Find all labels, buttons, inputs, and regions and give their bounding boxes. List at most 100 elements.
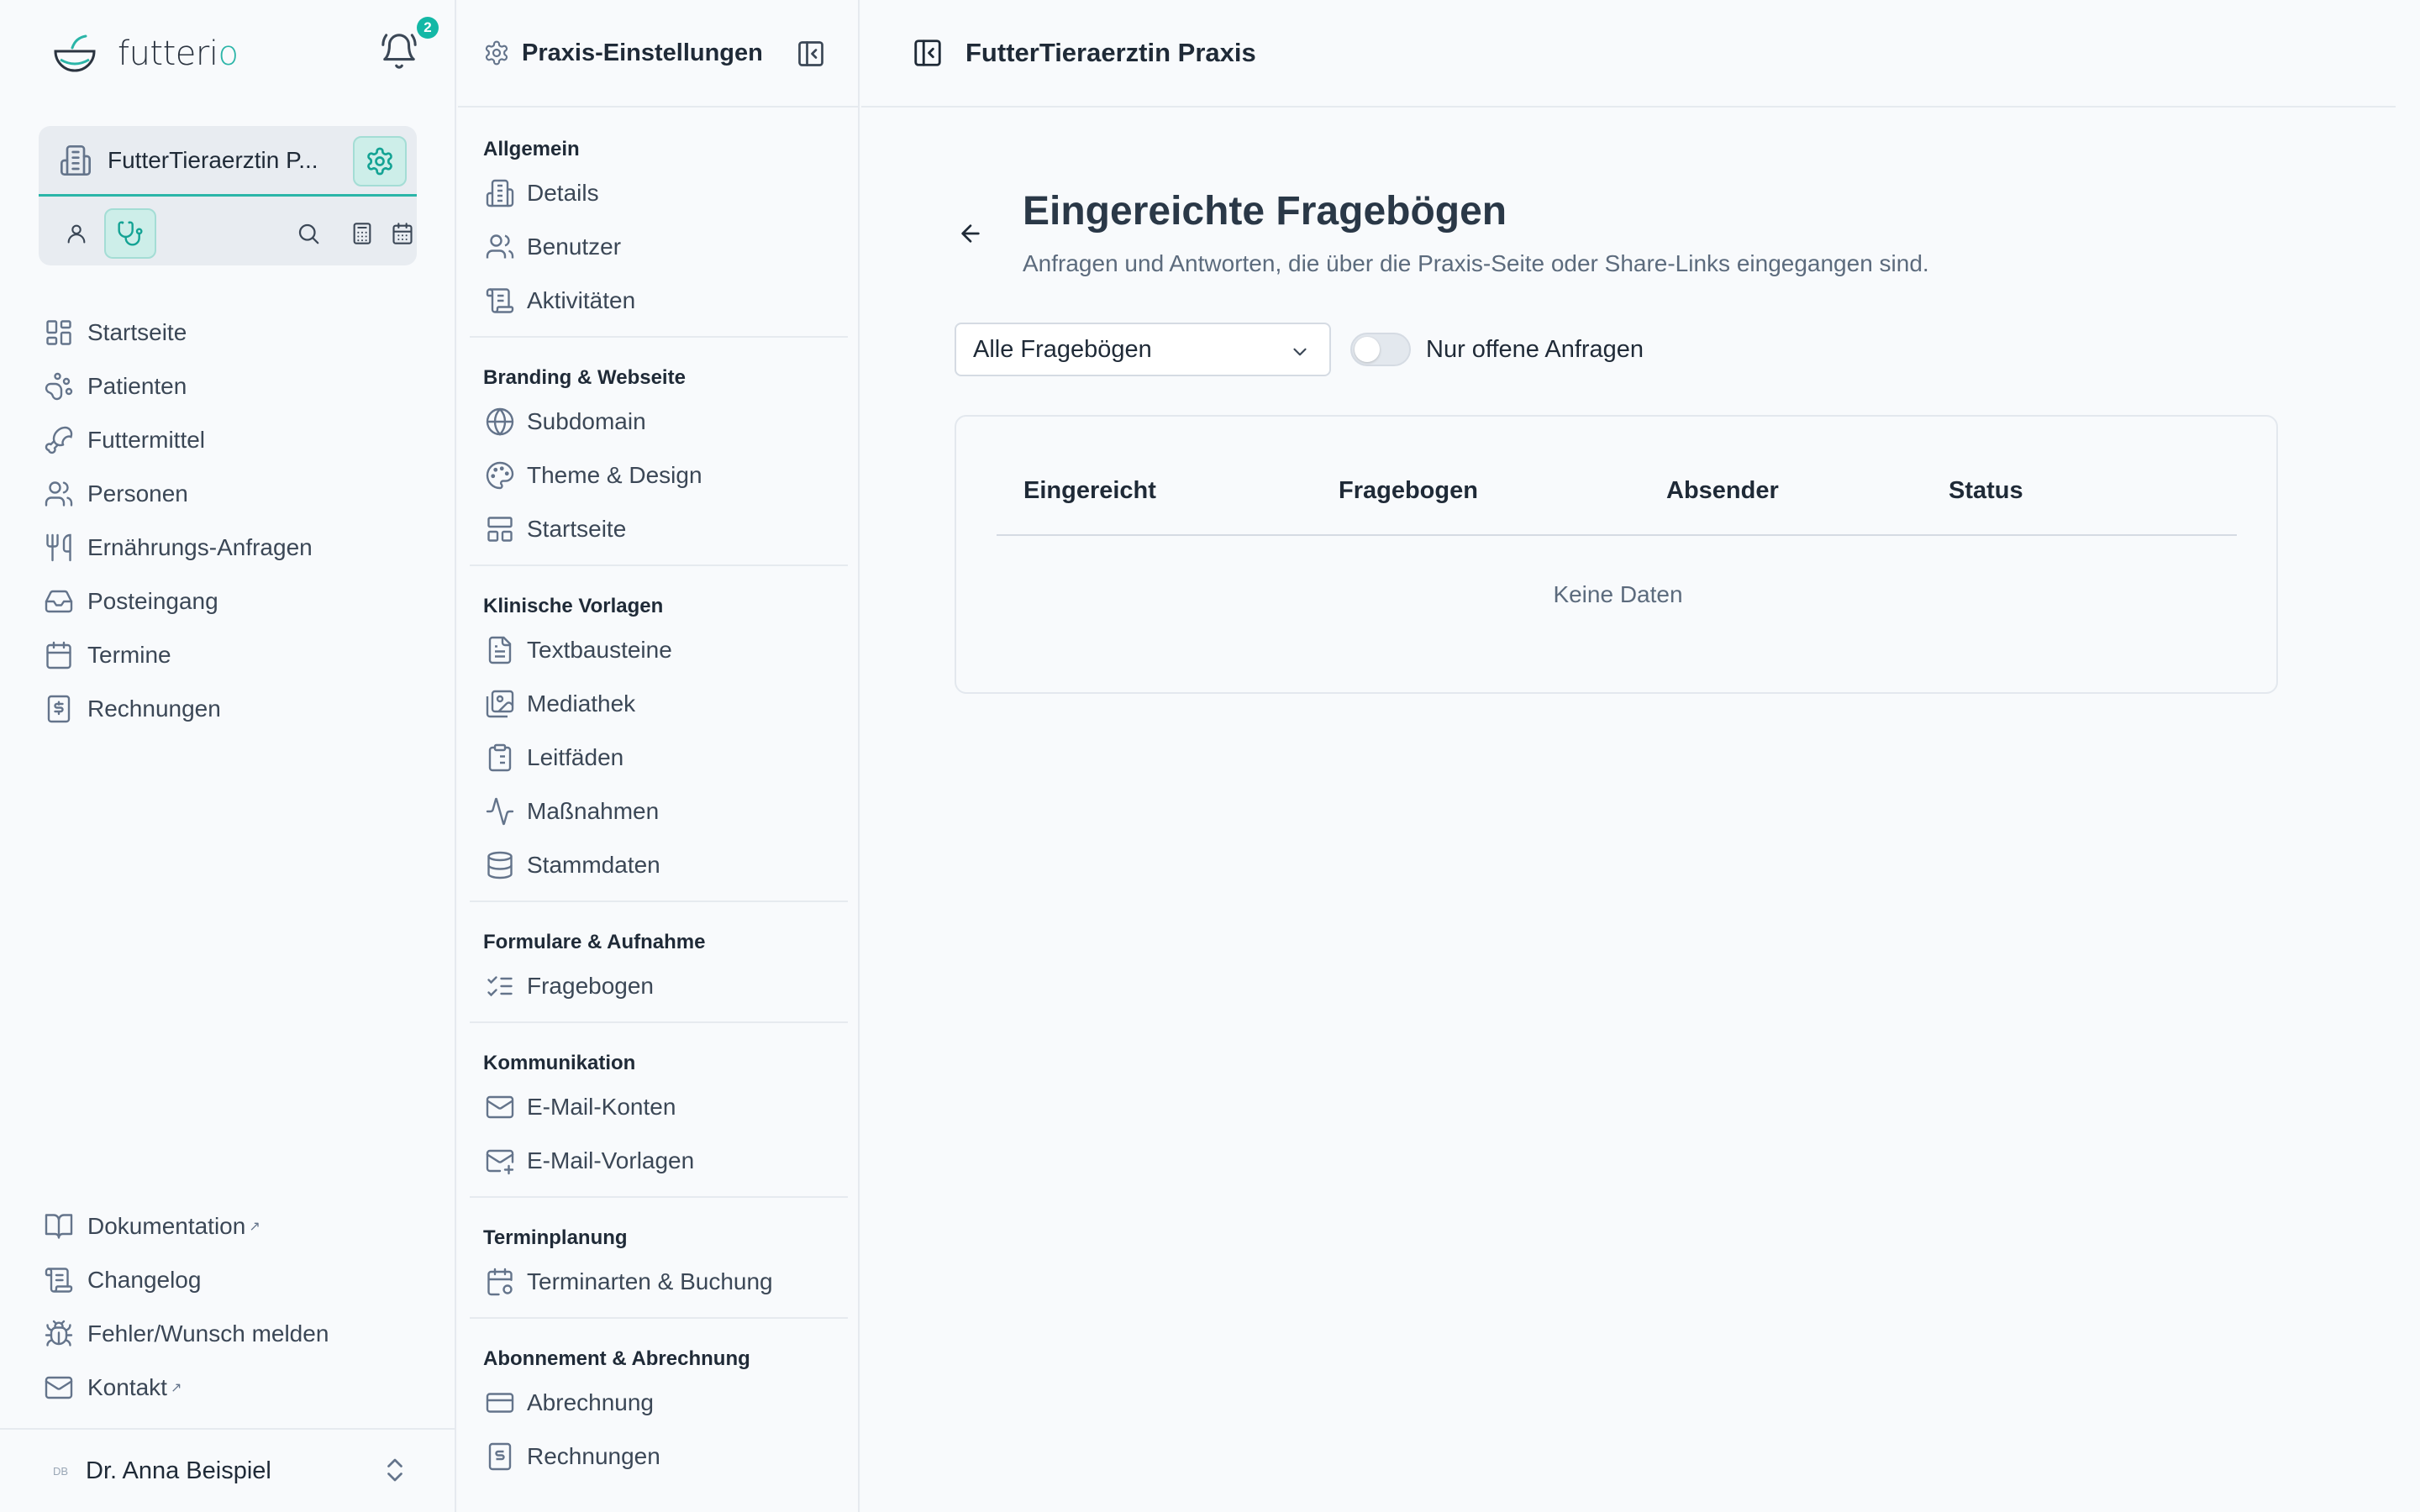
calculator-button[interactable] — [336, 208, 388, 259]
nav-item-changelog[interactable]: Changelog — [42, 1253, 329, 1307]
settings-item-aktivitaeten[interactable]: Aktivitäten — [470, 274, 848, 328]
nav-item-ernaehrungs-anfragen[interactable]: Ernährungs-Anfragen — [42, 521, 313, 575]
nav-item-termine[interactable]: Termine — [42, 628, 313, 682]
open-requests-toggle[interactable] — [1350, 333, 1411, 366]
panel-collapse-icon[interactable] — [796, 39, 826, 69]
settings-item-email-konten[interactable]: E-Mail-Konten — [470, 1080, 848, 1134]
settings-item-email-vorlagen[interactable]: E-Mail-Vorlagen — [470, 1134, 848, 1188]
stethoscope-icon — [118, 221, 143, 246]
settings-item-details[interactable]: Details — [470, 166, 848, 220]
panel-collapse-icon[interactable] — [912, 37, 944, 69]
practice-name: FutterTieraerztin P... — [108, 146, 318, 173]
settings-section-branding: Branding & Webseite Subdomain Theme & De… — [470, 338, 848, 566]
settings-sidebar: Praxis-Einstellungen Allgemein Details B… — [458, 0, 860, 1512]
page-title: Eingereichte Fragebögen — [1023, 189, 1507, 234]
file-text-icon — [488, 636, 512, 664]
vet-mode-button[interactable] — [104, 208, 156, 259]
settings-item-benutzer[interactable]: Benutzer — [470, 220, 848, 274]
users-icon — [486, 234, 514, 259]
empty-state: Keine Daten — [1553, 581, 1683, 607]
column-header[interactable]: Status — [1949, 477, 2023, 505]
column-header[interactable]: Eingereicht — [1023, 477, 1156, 505]
quick-tools — [39, 202, 417, 262]
images-icon — [486, 690, 514, 718]
nav-item-fehler-melden[interactable]: Fehler/Wunsch melden — [42, 1307, 329, 1361]
nav-item-startseite[interactable]: Startseite — [42, 306, 313, 360]
practice-settings-button[interactable] — [353, 136, 407, 186]
questionnaire-filter-select[interactable]: Alle Fragebögen — [955, 323, 1331, 376]
calendar-icon — [392, 223, 413, 244]
receipt-icon — [47, 695, 71, 723]
submissions-table: Eingereicht Fragebogen Absender Status K… — [955, 415, 2278, 694]
topbar: FutterTieraerztin Praxis — [861, 0, 2396, 108]
user-name: Dr. Anna Beispiel — [86, 1457, 271, 1484]
main-nav: Startseite Patienten Futtermittel Person… — [42, 306, 313, 736]
credit-card-icon — [486, 1393, 514, 1413]
receipt-icon — [488, 1442, 512, 1471]
settings-item-fragebogen[interactable]: Fragebogen — [470, 959, 848, 1013]
notifications-button[interactable] — [380, 32, 422, 74]
dashboard-icon — [46, 320, 71, 345]
calendar-button[interactable] — [390, 208, 415, 259]
logo[interactable]: futterio — [52, 30, 239, 77]
person-mode-button[interactable] — [50, 208, 103, 259]
calendar-icon — [46, 641, 71, 669]
settings-section-allgemein: Allgemein Details Benutzer Aktivitäten — [470, 109, 848, 338]
toggle-label: Nur offene Anfragen — [1426, 336, 1644, 363]
settings-item-textbausteine[interactable]: Textbausteine — [470, 623, 848, 677]
search-button[interactable] — [282, 208, 334, 259]
nav-item-posteingang[interactable]: Posteingang — [42, 575, 313, 628]
external-link-icon: ↗ — [249, 1220, 260, 1234]
back-arrow-icon[interactable] — [957, 220, 984, 247]
column-header[interactable]: Absender — [1666, 477, 1779, 505]
settings-item-mediathek[interactable]: Mediathek — [470, 677, 848, 731]
nav-item-rechnungen[interactable]: Rechnungen — [42, 682, 313, 736]
avatar: DB — [52, 1464, 69, 1478]
layout-icon — [487, 517, 513, 542]
palette-icon — [486, 461, 514, 490]
settings-item-terminarten[interactable]: Terminarten & Buchung — [470, 1255, 848, 1309]
calculator-icon — [353, 223, 371, 244]
settings-item-stammdaten[interactable]: Stammdaten — [470, 838, 848, 892]
settings-item-massnahmen[interactable]: Maßnahmen — [470, 785, 848, 838]
settings-item-subdomain[interactable]: Subdomain — [470, 395, 848, 449]
nav-item-personen[interactable]: Personen — [42, 467, 313, 521]
select-value: Alle Fragebögen — [973, 335, 1152, 363]
page-header-title: FutterTieraerztin Praxis — [965, 38, 1256, 67]
globe-icon — [486, 407, 514, 436]
bell-icon — [381, 34, 417, 69]
practice-selector[interactable]: FutterTieraerztin P... — [39, 126, 417, 197]
user-icon — [67, 224, 86, 244]
list-checks-icon — [487, 976, 513, 997]
nav-item-patienten[interactable]: Patienten — [42, 360, 313, 413]
settings-header: Praxis-Einstellungen — [458, 0, 858, 108]
settings-title: Praxis-Einstellungen — [522, 39, 763, 66]
bowl-logo-icon — [54, 34, 96, 72]
settings-item-startseite[interactable]: Startseite — [470, 502, 848, 556]
settings-item-leitfaeden[interactable]: Leitfäden — [470, 731, 848, 785]
nav-item-dokumentation[interactable]: Dokumentation ↗ — [42, 1200, 329, 1253]
nav-item-kontakt[interactable]: Kontakt ↗ — [42, 1361, 329, 1415]
building-icon — [486, 179, 514, 207]
settings-item-abrechnung[interactable]: Abrechnung — [470, 1376, 848, 1430]
column-header[interactable]: Fragebogen — [1339, 477, 1478, 505]
settings-item-theme[interactable]: Theme & Design — [470, 449, 848, 502]
secondary-nav: Dokumentation ↗ Changelog Fehler/Wunsch m… — [42, 1200, 329, 1415]
nav-item-futtermittel[interactable]: Futtermittel — [42, 413, 313, 467]
food-icon — [45, 426, 73, 454]
gear-icon — [485, 40, 508, 66]
table-header: Eingereicht Fragebogen Absender Status — [997, 467, 2237, 536]
settings-item-rechnungen[interactable]: Rechnungen — [470, 1430, 848, 1483]
settings-section-terminplanung: Terminplanung Terminarten & Buchung — [470, 1198, 848, 1319]
chevrons-up-down-icon — [387, 1458, 402, 1482]
database-icon — [487, 851, 513, 879]
practice-switcher: FutterTieraerztin P... — [39, 126, 417, 265]
page-subtitle: Anfragen und Antworten, die über die Pra… — [1023, 250, 1929, 276]
gear-icon — [367, 147, 392, 176]
user-menu[interactable]: DB Dr. Anna Beispiel — [0, 1428, 456, 1512]
settings-nav: Allgemein Details Benutzer Aktivitäten B… — [458, 109, 858, 1492]
logo-text: futterio — [118, 34, 239, 73]
building-icon — [60, 144, 91, 176]
calendar-cog-icon — [487, 1268, 513, 1296]
clipboard-list-icon — [488, 743, 512, 772]
